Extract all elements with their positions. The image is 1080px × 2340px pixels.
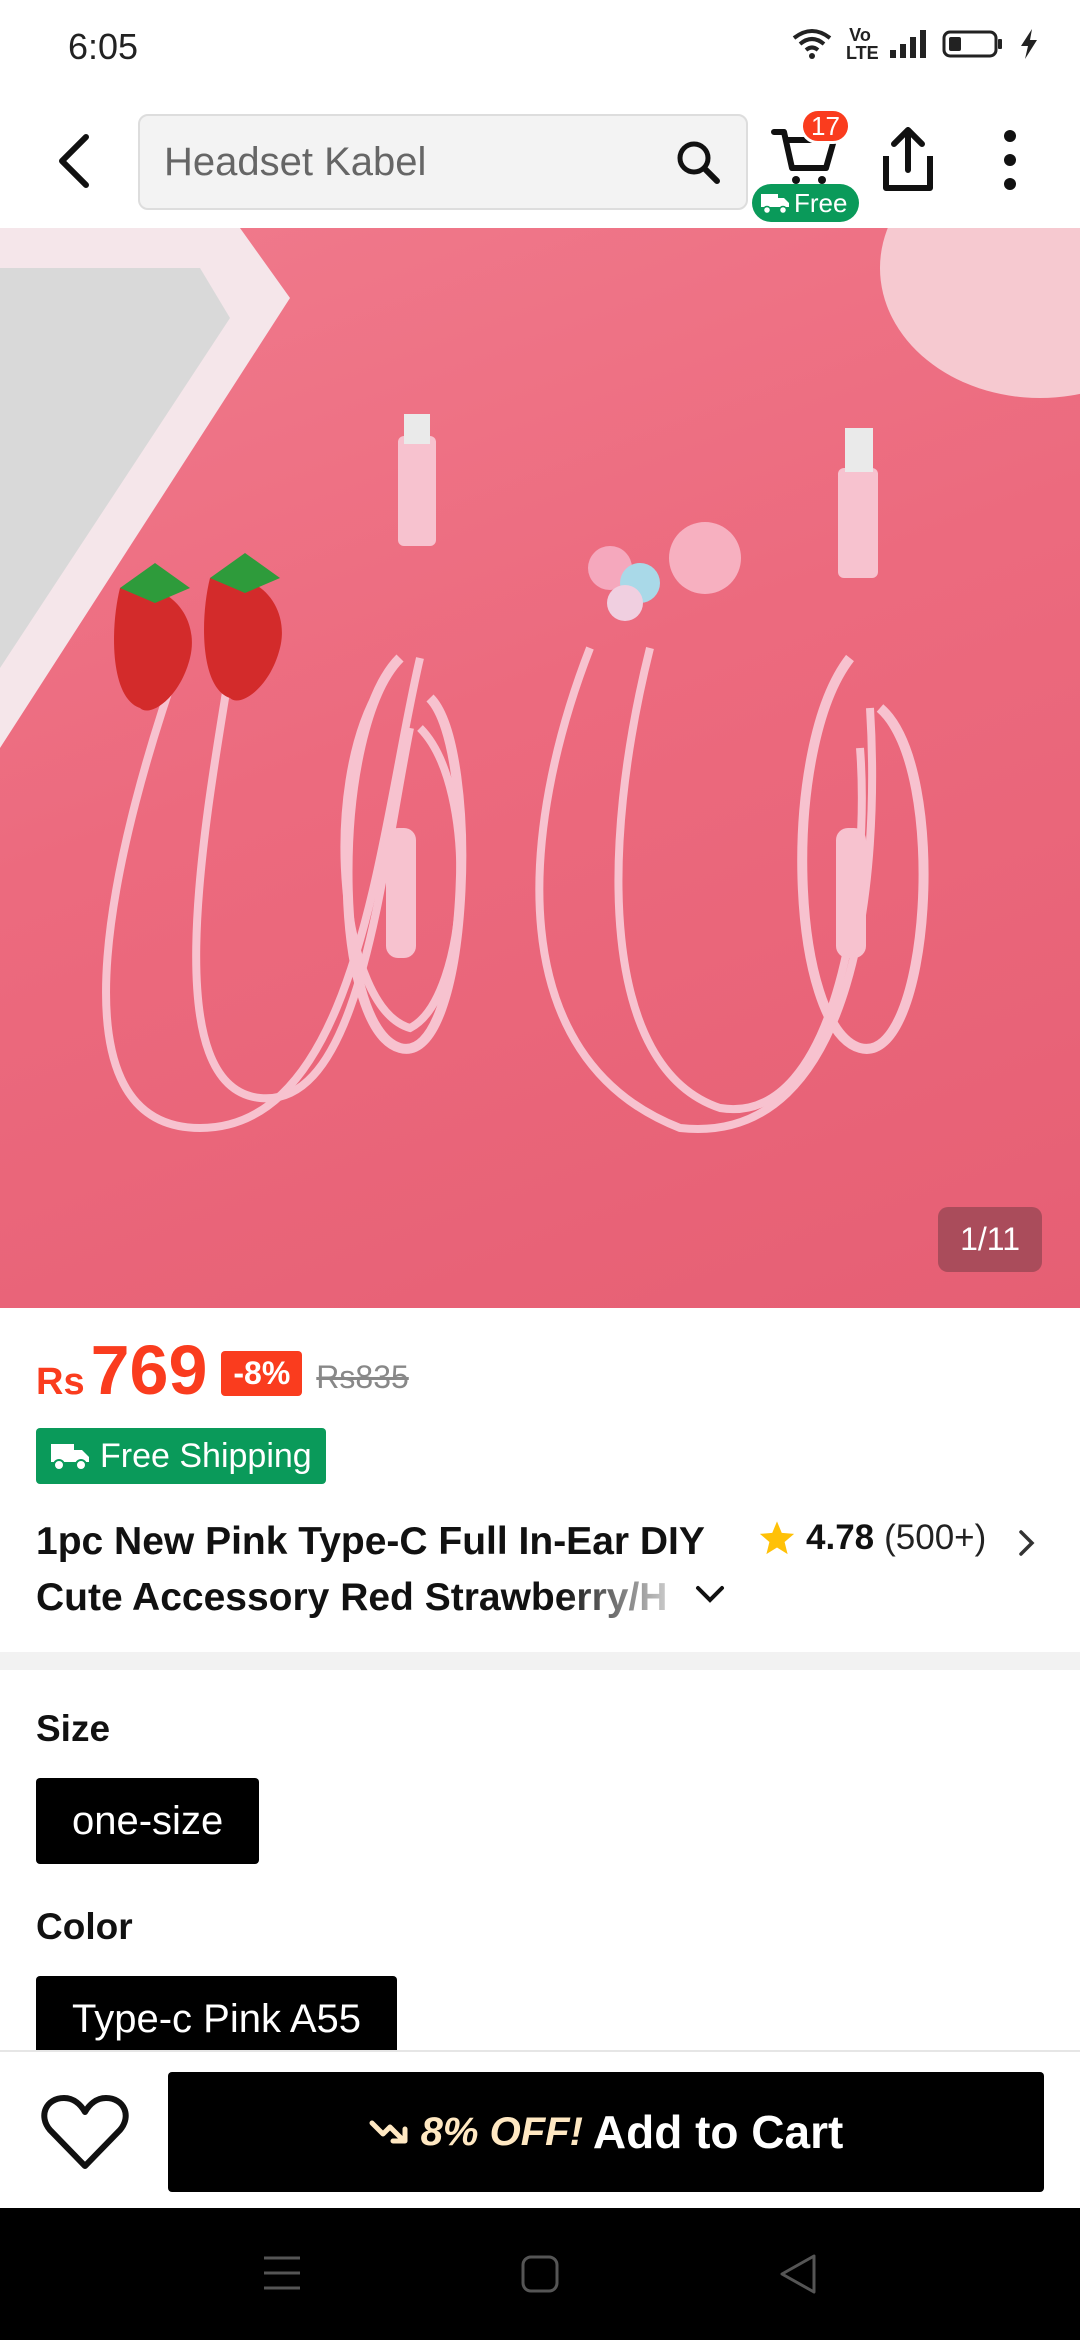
- product-image[interactable]: 1/11: [0, 228, 1080, 1308]
- size-label: Size: [36, 1708, 111, 1749]
- rating[interactable]: 4.78 (500+): [758, 1518, 986, 1558]
- product-photo-earphones: [0, 228, 1080, 1133]
- cta-label: Add to Cart: [592, 2106, 844, 2158]
- truck-icon: [51, 1444, 89, 1471]
- star-icon: [759, 1521, 795, 1555]
- chevron-down-icon[interactable]: [694, 1584, 726, 1606]
- search-value: Headset Kabel: [164, 140, 427, 184]
- back-arrow-icon: [59, 134, 89, 188]
- rating-value: 4.78: [806, 1518, 875, 1557]
- free-shipping-badge: Free Shipping: [36, 1428, 326, 1484]
- add-to-cart-button[interactable]: 8% OFF! Add to Cart: [168, 2072, 1044, 2192]
- wifi-icon: [792, 29, 832, 59]
- size-option-chip[interactable]: one-size: [36, 1778, 260, 1864]
- search-icon[interactable]: [674, 138, 722, 186]
- charging-icon: [1021, 29, 1037, 59]
- rating-count: (500+): [884, 1518, 987, 1557]
- current-price: 769: [90, 1331, 208, 1409]
- price-row: Rs 769 -8% Rs835: [36, 1330, 409, 1410]
- title-fade: [560, 1570, 690, 1626]
- back-triangle-icon[interactable]: [778, 2252, 818, 2296]
- chevron-right-icon[interactable]: [1016, 1528, 1038, 1558]
- trend-down-icon: [369, 2120, 408, 2144]
- price-currency: Rs: [36, 1361, 85, 1403]
- system-nav-bar: [0, 2208, 1080, 2340]
- discount-badge: -8%: [221, 1351, 303, 1396]
- top-nav: Headset Kabel 17 Free: [0, 96, 1080, 228]
- share-icon[interactable]: [878, 124, 938, 196]
- color-label: Color: [36, 1906, 133, 1947]
- menu-icon[interactable]: [262, 2254, 302, 2292]
- back-button[interactable]: [44, 126, 104, 196]
- cart-count-badge: 17: [800, 108, 851, 144]
- status-icons: Vo LTE: [792, 26, 1040, 62]
- free-label: Free: [794, 188, 848, 218]
- action-bar: 8% OFF! Add to Cart: [0, 2050, 1080, 2208]
- status-time: 6:05: [68, 26, 139, 67]
- volte-icon: Vo LTE: [846, 25, 879, 63]
- home-icon[interactable]: [520, 2254, 560, 2294]
- battery-icon: [942, 30, 1002, 58]
- cta-promo: 8% OFF!: [420, 2109, 583, 2154]
- status-bar: 6:05 Vo LTE: [0, 0, 1080, 96]
- free-shipping-pill: Free: [752, 184, 860, 222]
- more-options-icon[interactable]: [990, 124, 1030, 196]
- shipping-label: Free Shipping: [100, 1436, 312, 1475]
- truck-icon: [761, 194, 789, 215]
- section-divider: [0, 1652, 1080, 1670]
- heart-icon[interactable]: [40, 2092, 130, 2172]
- search-input[interactable]: Headset Kabel: [138, 114, 748, 210]
- signal-icon: [890, 30, 926, 58]
- original-price: Rs835: [316, 1359, 409, 1395]
- image-counter: 1/11: [938, 1207, 1042, 1272]
